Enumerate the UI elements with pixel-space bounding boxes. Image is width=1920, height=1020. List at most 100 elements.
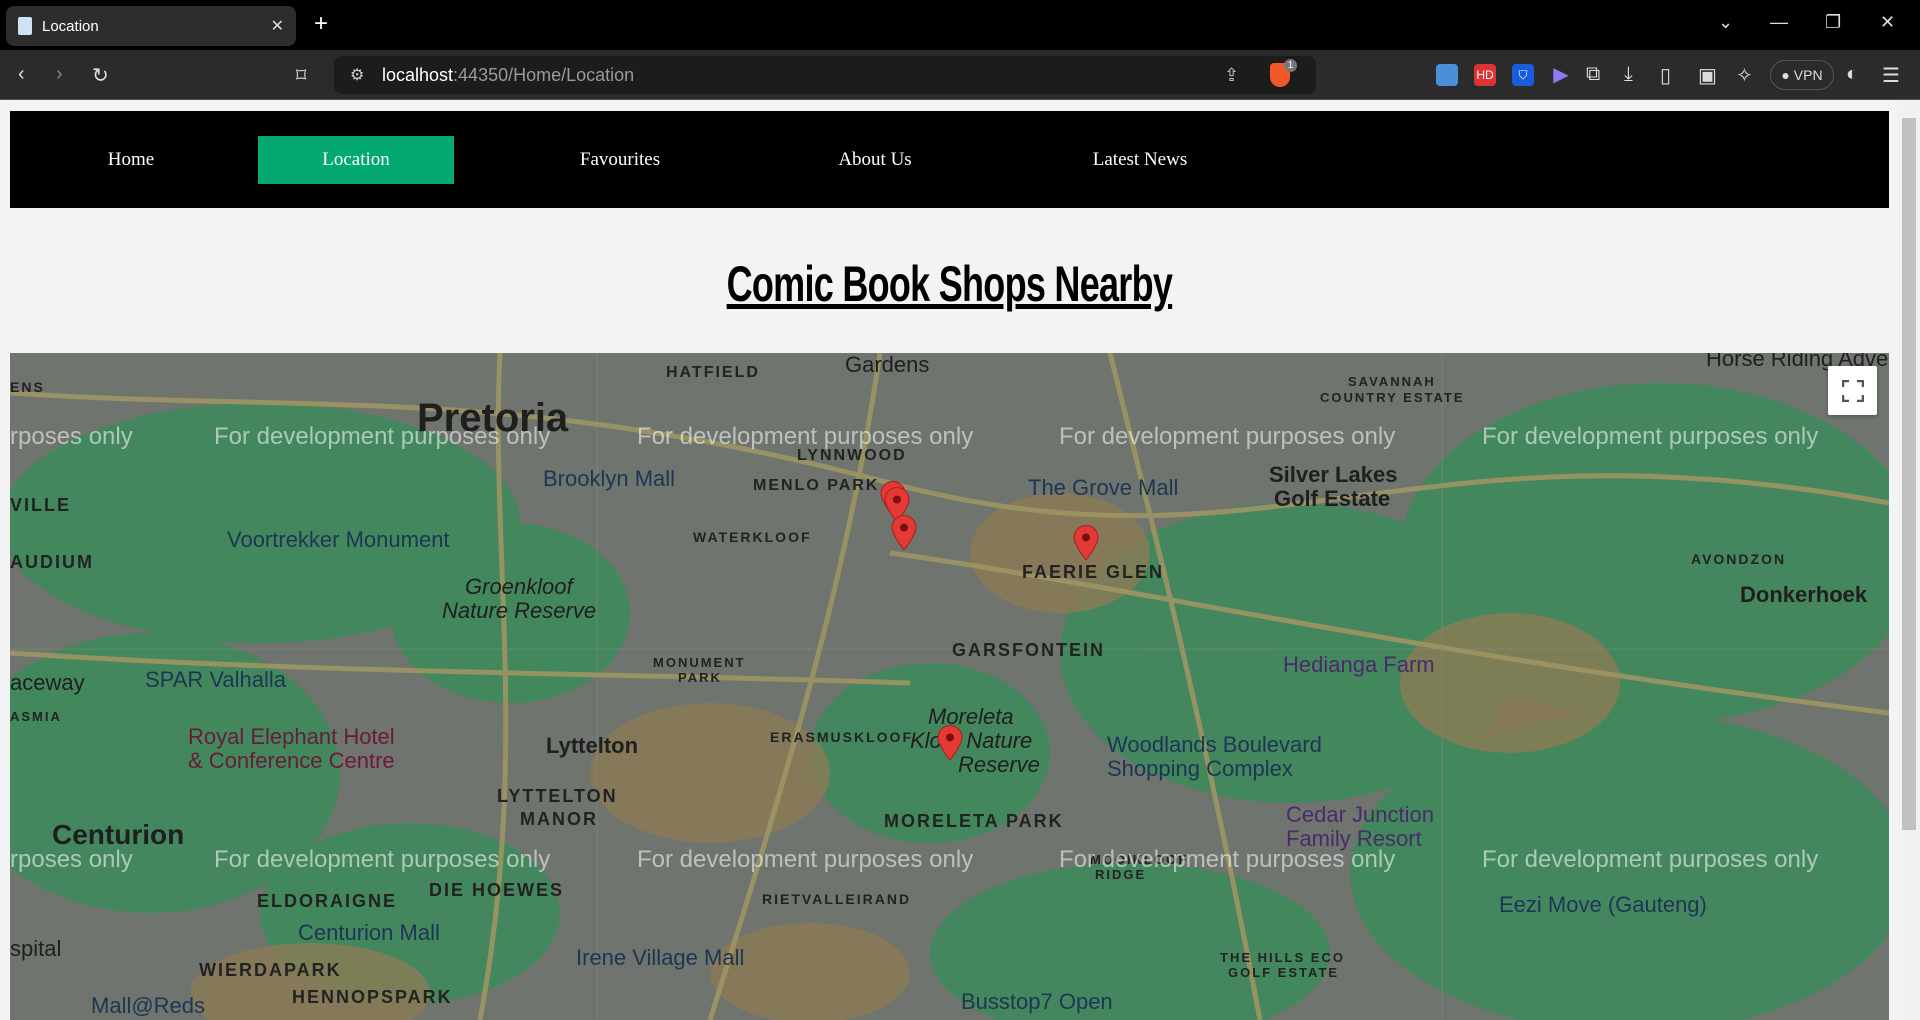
- map-label: Hedianga Farm: [1283, 652, 1435, 677]
- map-label: COUNTRY ESTATE: [1320, 390, 1465, 405]
- leo-ai-icon[interactable]: ✧: [1736, 63, 1753, 88]
- map-label: DIE HOEWES: [429, 880, 565, 900]
- tab-title: Location: [42, 17, 99, 35]
- minimize-button[interactable]: —: [1770, 12, 1788, 33]
- map-label: ASMIA: [10, 709, 62, 724]
- map-label: aceway: [10, 670, 85, 695]
- map-terrain: [10, 353, 1889, 1020]
- dev-watermark: For development purposes only: [1059, 423, 1396, 450]
- map-label: AUDIUM: [10, 552, 94, 572]
- nav-latest-news[interactable]: Latest News: [1050, 136, 1230, 184]
- map-label: HENNOPSPARK: [292, 987, 453, 1007]
- map-label: MANOR: [520, 809, 598, 829]
- map-label: PARK: [678, 670, 722, 685]
- map-label: RIETVALLEIRAND: [762, 891, 912, 907]
- dev-watermark: For development purposes only: [637, 846, 974, 873]
- wallet-icon[interactable]: ▣: [1698, 63, 1717, 88]
- map-label: Golf Estate: [1274, 486, 1391, 511]
- nav-location[interactable]: Location: [258, 136, 454, 184]
- site-settings-icon[interactable]: ⚙: [350, 65, 364, 85]
- tab-bar: Location ✕ + ⌄ — ❐ ✕: [0, 0, 1920, 50]
- map-label: Cedar Junction: [1286, 802, 1434, 827]
- map-label: Nature Reserve: [442, 598, 597, 623]
- extensions-icon[interactable]: ⧉: [1586, 63, 1600, 86]
- url-path: :44350/Home/Location: [453, 64, 635, 85]
- map-label: spital: [10, 936, 62, 961]
- map-label: Centurion Mall: [298, 920, 440, 945]
- close-window-button[interactable]: ✕: [1880, 12, 1895, 33]
- page-title: Comic Book Shops Nearby: [0, 255, 1898, 313]
- browser-toolbar: ‹ › ↻ ⌑ ⚙ localhost:44350/Home/Location …: [0, 50, 1920, 100]
- dev-watermark: rposes only: [10, 846, 133, 873]
- close-tab-icon[interactable]: ✕: [271, 16, 284, 36]
- map-label: Voortrekker Monument: [227, 527, 450, 552]
- map-label: ENS: [10, 379, 45, 395]
- map-label: VILLE: [10, 495, 72, 515]
- extension-icon[interactable]: [1436, 64, 1458, 86]
- share-icon[interactable]: ⇪: [1224, 65, 1239, 86]
- tab-search-icon[interactable]: ⌄: [1718, 12, 1733, 33]
- restore-button[interactable]: ❐: [1825, 12, 1841, 33]
- map-label: HATFIELD: [666, 364, 760, 381]
- bookmark-icon[interactable]: ⌑: [296, 63, 306, 88]
- theme-icon[interactable]: ◐: [1846, 63, 1858, 86]
- scrollbar-thumb[interactable]: [1902, 118, 1916, 830]
- map-label: Eezi Move (Gauteng): [1499, 892, 1707, 917]
- dev-watermark: rposes only: [10, 423, 133, 450]
- fullscreen-button[interactable]: [1828, 366, 1877, 415]
- vpn-label: VPN: [1793, 67, 1823, 83]
- bitwarden-icon[interactable]: ⛉: [1512, 64, 1534, 86]
- nav-about-us[interactable]: About Us: [790, 136, 960, 184]
- page-scrollbar[interactable]: [1898, 100, 1920, 1020]
- map-label: GARSFONTEIN: [952, 640, 1106, 660]
- page-icon: [18, 17, 32, 35]
- map-label: Gardens: [845, 353, 930, 377]
- nav-home[interactable]: Home: [60, 136, 202, 184]
- shop-marker-pin[interactable]: [937, 725, 963, 761]
- map-label: AVONDZON: [1691, 551, 1787, 567]
- dev-watermark: For development purposes only: [1482, 423, 1819, 450]
- main-nav: Home Location Favourites About Us Latest…: [10, 111, 1889, 208]
- new-tab-button[interactable]: +: [314, 10, 328, 38]
- dev-watermark: For development purposes only: [214, 846, 551, 873]
- dev-watermark: For development purposes only: [1059, 846, 1396, 873]
- map-label: Busstop7 Open: [961, 989, 1113, 1014]
- map-label: THE HILLS ECO: [1220, 950, 1345, 965]
- map-label: Shopping Complex: [1107, 756, 1293, 781]
- fullscreen-icon: [1841, 379, 1864, 402]
- page-title-text: Comic Book Shops Nearby: [726, 256, 1172, 312]
- map-label: Silver Lakes: [1269, 462, 1398, 487]
- reload-icon[interactable]: ↻: [92, 63, 109, 88]
- dev-watermark: For development purposes only: [1482, 846, 1819, 873]
- map-label: Lyttelton: [546, 733, 639, 758]
- map-label: Woodlands Boulevard: [1107, 732, 1322, 757]
- map[interactable]: Pretoria Gardens HATFIELD LYNNWOOD MENLO…: [10, 353, 1889, 1020]
- brave-badge: 1: [1284, 59, 1297, 72]
- map-label: GOLF ESTATE: [1228, 965, 1340, 980]
- play-extension-icon[interactable]: ▶: [1550, 64, 1572, 86]
- map-label: WIERDAPARK: [199, 960, 342, 980]
- shop-marker-pin[interactable]: [891, 515, 917, 551]
- forward-icon[interactable]: ›: [56, 63, 63, 86]
- menu-icon[interactable]: ☰: [1882, 63, 1900, 88]
- sidebar-icon[interactable]: ▯: [1660, 63, 1671, 88]
- map-label: Reserve: [958, 752, 1040, 777]
- map-label: Royal Elephant Hotel: [188, 724, 395, 749]
- shop-marker-pin[interactable]: [1073, 525, 1099, 561]
- map-label: Kloof Nature: [910, 728, 1033, 753]
- vpn-button[interactable]: ● VPN: [1770, 60, 1834, 90]
- hd-extension-icon[interactable]: HD: [1474, 64, 1496, 86]
- map-label: FAERIE GLEN: [1022, 562, 1165, 582]
- download-icon[interactable]: ⤓: [1624, 63, 1633, 86]
- address-bar[interactable]: ⚙ localhost:44350/Home/Location ⇪ 1: [334, 56, 1316, 94]
- map-label: ERASMUSKLOOF: [770, 729, 913, 745]
- map-label: & Conference Centre: [188, 748, 395, 773]
- map-label: MORELETA PARK: [884, 811, 1064, 831]
- dev-watermark: For development purposes only: [214, 423, 551, 450]
- map-label: SPAR Valhalla: [145, 667, 287, 692]
- nav-favourites[interactable]: Favourites: [540, 136, 700, 184]
- back-icon[interactable]: ‹: [18, 63, 25, 86]
- browser-tab[interactable]: Location ✕: [6, 6, 296, 46]
- map-label: Donkerhoek: [1740, 582, 1868, 607]
- map-label: Brooklyn Mall: [543, 466, 676, 491]
